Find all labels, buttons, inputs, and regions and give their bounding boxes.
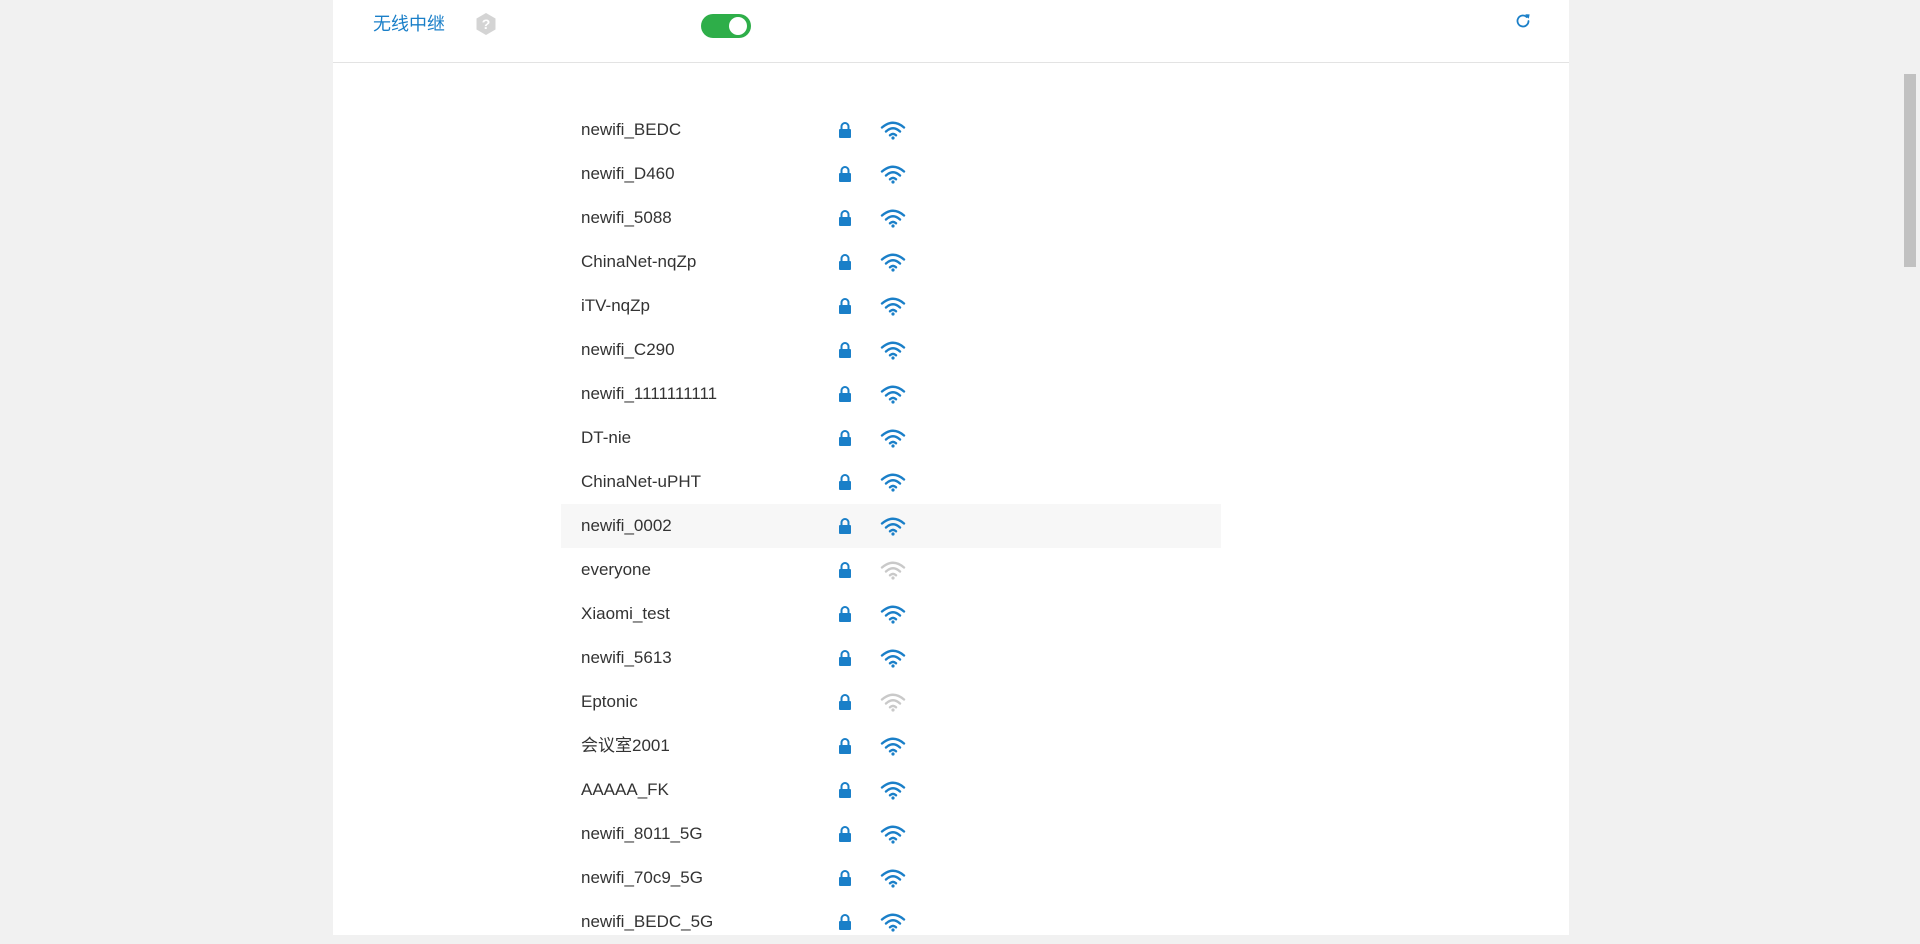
network-row[interactable]: AAAAA_FK [561, 768, 1221, 812]
network-ssid: newifi_C290 [581, 340, 675, 359]
lock-icon [837, 385, 853, 403]
lock-icon [837, 693, 853, 711]
lock-icon [837, 121, 853, 139]
refresh-icon[interactable] [1513, 11, 1533, 31]
network-row[interactable]: newifi_0002 [561, 504, 1221, 548]
lock-icon [837, 649, 853, 667]
page-title: 无线中继 [373, 14, 445, 34]
network-ssid: Xiaomi_test [581, 604, 670, 623]
network-row[interactable]: newifi_8011_5G [561, 812, 1221, 856]
network-row[interactable]: 会议室2001 [561, 724, 1221, 768]
network-ssid: newifi_5613 [581, 648, 672, 667]
network-ssid: newifi_1111111111 [581, 384, 718, 403]
lock-icon [837, 473, 853, 491]
network-row[interactable]: Eptonic [561, 680, 1221, 724]
lock-icon [837, 913, 853, 931]
wireless-repeater-panel: 无线中继 ? newifi_BEDC newifi_D460 newifi_5088… [333, 0, 1569, 935]
network-ssid: newifi_D460 [581, 164, 675, 183]
wifi-signal-icon [880, 516, 906, 536]
help-icon[interactable]: ? [474, 12, 498, 36]
wifi-signal-icon [880, 780, 906, 800]
lock-icon [837, 517, 853, 535]
network-ssid: ChinaNet-uPHT [581, 472, 701, 491]
network-ssid: newifi_0002 [581, 516, 672, 535]
network-ssid: newifi_BEDC [581, 120, 682, 139]
network-row[interactable]: ChinaNet-uPHT [561, 460, 1221, 504]
toggle-knob [729, 17, 747, 35]
lock-icon [837, 165, 853, 183]
lock-icon [837, 825, 853, 843]
wifi-signal-icon [880, 428, 906, 448]
wifi-signal-icon [880, 296, 906, 316]
wifi-signal-icon [880, 648, 906, 668]
wifi-signal-icon [880, 120, 906, 140]
network-ssid: newifi_BEDC_5G [581, 912, 714, 931]
network-row[interactable]: everyone [561, 548, 1221, 592]
wifi-weak-signal-icon [880, 560, 906, 580]
wifi-signal-icon [880, 252, 906, 272]
network-row[interactable]: Xiaomi_test [561, 592, 1221, 636]
network-row[interactable]: newifi_5613 [561, 636, 1221, 680]
lock-icon [837, 297, 853, 315]
wifi-signal-icon [880, 604, 906, 624]
lock-icon [837, 781, 853, 799]
network-ssid: newifi_5088 [581, 208, 672, 227]
network-ssid: newifi_8011_5G [581, 824, 703, 843]
wifi-signal-icon [880, 912, 906, 932]
network-row[interactable]: newifi_5088 [561, 196, 1221, 240]
scrollbar-thumb[interactable] [1904, 74, 1916, 267]
network-ssid: DT-nie [581, 428, 632, 447]
wifi-signal-icon [880, 384, 906, 404]
network-row[interactable]: newifi_BEDC [561, 108, 1221, 152]
network-row[interactable]: iTV-nqZp [561, 284, 1221, 328]
network-ssid: 会议室2001 [581, 736, 670, 755]
wifi-signal-icon [880, 472, 906, 492]
network-ssid: newifi_70c9_5G [581, 868, 703, 887]
lock-icon [837, 209, 853, 227]
lock-icon [837, 869, 853, 887]
wifi-signal-icon [880, 736, 906, 756]
svg-text:?: ? [482, 16, 491, 32]
lock-icon [837, 429, 853, 447]
network-ssid: everyone [581, 560, 651, 579]
wifi-signal-icon [880, 208, 906, 228]
network-row[interactable]: newifi_1111111111 [561, 372, 1221, 416]
wifi-signal-icon [880, 164, 906, 184]
repeater-toggle-switch[interactable] [701, 14, 751, 38]
network-row[interactable]: newifi_70c9_5G [561, 856, 1221, 900]
wifi-signal-icon [880, 868, 906, 888]
lock-icon [837, 253, 853, 271]
network-row[interactable]: newifi_C290 [561, 328, 1221, 372]
lock-icon [837, 341, 853, 359]
lock-icon [837, 605, 853, 623]
lock-icon [837, 737, 853, 755]
panel-header: 无线中继 ? [333, 0, 1569, 63]
network-row[interactable]: DT-nie [561, 416, 1221, 460]
network-ssid: AAAAA_FK [581, 780, 669, 799]
wifi-network-list: newifi_BEDC newifi_D460 newifi_5088 ChinaNe… [561, 108, 1221, 944]
network-row[interactable]: newifi_D460 [561, 152, 1221, 196]
wifi-signal-icon [880, 824, 906, 844]
network-ssid: iTV-nqZp [581, 296, 650, 315]
network-row[interactable]: ChinaNet-nqZp [561, 240, 1221, 284]
network-ssid: Eptonic [581, 692, 638, 711]
wifi-signal-icon [880, 340, 906, 360]
wifi-weak-signal-icon [880, 692, 906, 712]
network-ssid: ChinaNet-nqZp [581, 252, 697, 271]
network-row[interactable]: newifi_BEDC_5G [561, 900, 1221, 944]
lock-icon [837, 561, 853, 579]
